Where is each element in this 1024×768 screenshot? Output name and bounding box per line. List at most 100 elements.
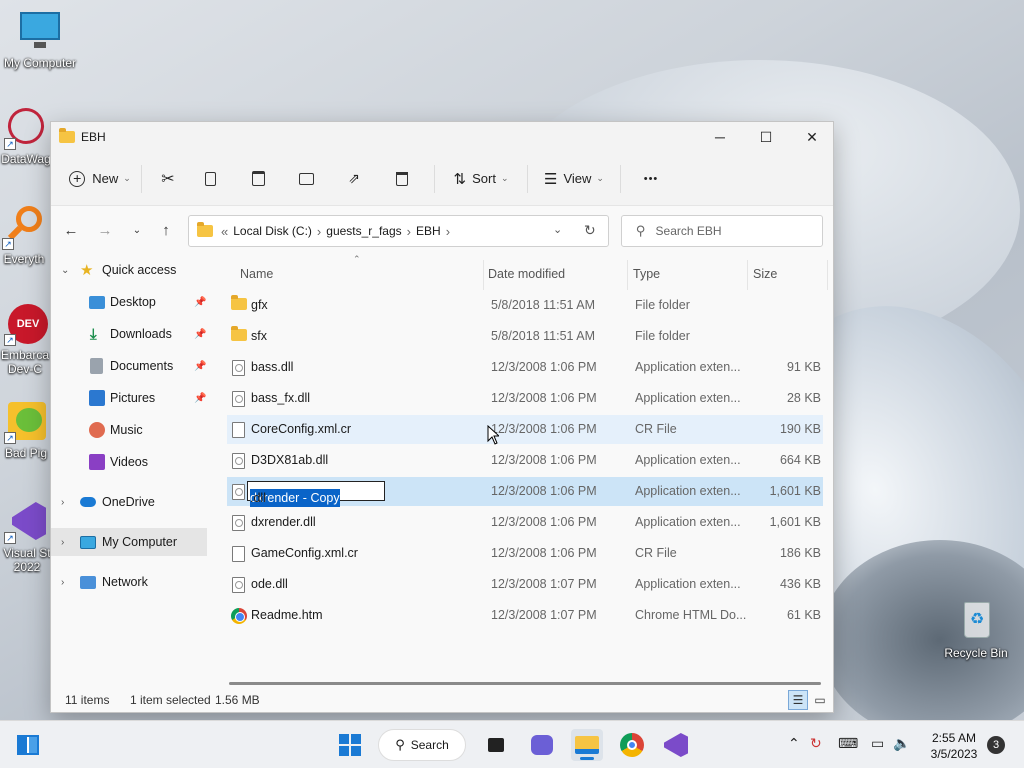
file-row-sfx[interactable]: sfx 5/8/2018 11:51 AM File folder: [227, 322, 823, 351]
file-row-gameconfig[interactable]: GameConfig.xml.cr 12/3/2008 1:06 PM CR F…: [227, 539, 823, 568]
sidebar-item-desktop[interactable]: Desktop 📌: [51, 288, 207, 316]
sort-button[interactable]: ⇅ Sort ⌄: [443, 163, 519, 195]
see-more-button[interactable]: •••: [629, 163, 673, 195]
volume-tray-icon[interactable]: 🔈: [893, 735, 910, 752]
column-divider[interactable]: [627, 260, 628, 290]
column-divider[interactable]: [747, 260, 748, 290]
taskbar-search-button[interactable]: ⚲ Search: [378, 729, 466, 761]
sidebar-item-music[interactable]: Music: [51, 416, 207, 444]
recent-locations-button[interactable]: ⌄: [125, 218, 149, 242]
view-button[interactable]: ☰ View ⌄: [536, 163, 612, 195]
breadcrumb-local-disk[interactable]: Local Disk (C:): [233, 224, 312, 238]
pin-icon[interactable]: 📌: [194, 361, 206, 372]
sidebar-item-pictures[interactable]: Pictures 📌: [51, 384, 207, 412]
sidebar-item-my-computer[interactable]: › My Computer: [51, 528, 207, 556]
sidebar-item-onedrive[interactable]: › OneDrive: [51, 488, 207, 516]
column-divider[interactable]: [827, 260, 828, 290]
file-type: File folder: [635, 329, 690, 343]
file-row-dxrender-copy[interactable]: dxrender - Copy .dll 12/3/2008 1:06 PM Ap…: [227, 477, 823, 507]
desktop-icon-visual-studio[interactable]: ↗ Visual St 2022: [0, 500, 54, 574]
delete-button[interactable]: [378, 163, 426, 195]
chevron-down-icon: ⌄: [596, 173, 604, 183]
shortcut-arrow-icon: ↗: [4, 138, 16, 150]
videos-icon: [89, 454, 105, 470]
pin-icon[interactable]: 📌: [194, 393, 206, 404]
file-row-bass-fx-dll[interactable]: bass_fx.dll 12/3/2008 1:06 PM Applicatio…: [227, 384, 823, 413]
dll-file-icon: [232, 577, 245, 593]
file-row-dxrender[interactable]: dxrender.dll 12/3/2008 1:06 PM Applicati…: [227, 508, 823, 537]
rename-extension: .dll: [250, 491, 266, 505]
details-view-icon: ☰: [792, 693, 804, 707]
keyboard-tray-icon[interactable]: ⌨: [838, 735, 858, 752]
details-view-button[interactable]: ☰: [788, 690, 808, 710]
desktop-icon-label: Embarca Dev-C: [0, 348, 50, 376]
widgets-button[interactable]: [12, 729, 44, 761]
chrome-taskbar-button[interactable]: [616, 729, 648, 761]
file-row-ode-dll[interactable]: ode.dll 12/3/2008 1:07 PM Application ex…: [227, 570, 823, 599]
copy-button[interactable]: [186, 163, 234, 195]
back-button[interactable]: ←: [59, 218, 83, 242]
tiles-view-button[interactable]: ▭: [810, 690, 830, 710]
refresh-icon[interactable]: ↻: [584, 222, 596, 239]
clock[interactable]: 2:55 AM 3/5/2023: [922, 730, 986, 762]
file-size: 91 KB: [786, 360, 821, 374]
task-view-button[interactable]: [480, 729, 512, 761]
column-divider[interactable]: [483, 260, 484, 290]
forward-button[interactable]: →: [93, 218, 117, 242]
breadcrumb-ebh[interactable]: EBH: [416, 224, 441, 238]
notification-badge[interactable]: 3: [987, 736, 1005, 754]
maximize-button[interactable]: ☐: [743, 122, 789, 152]
start-button[interactable]: [334, 729, 366, 761]
recycle-bin-icon: ♻: [954, 600, 998, 644]
column-header-size[interactable]: Size: [753, 267, 777, 281]
desktop-icon-everything[interactable]: ↗ Everyth: [0, 206, 52, 266]
rename-input[interactable]: dxrender - Copy .dll: [247, 481, 385, 507]
paste-button[interactable]: [234, 163, 282, 195]
sidebar-item-documents[interactable]: Documents 📌: [51, 352, 207, 380]
rename-button[interactable]: [282, 163, 330, 195]
file-type: File folder: [635, 298, 690, 312]
update-tray-icon[interactable]: ↻: [810, 735, 822, 752]
file-name: gfx: [251, 298, 268, 312]
minimize-button[interactable]: ─: [697, 122, 743, 152]
desktop-icon-datawag[interactable]: ↗ DataWag: [0, 102, 56, 166]
horizontal-scrollbar[interactable]: [229, 682, 821, 685]
file-row-bass-dll[interactable]: bass.dll 12/3/2008 1:06 PM Application e…: [227, 353, 823, 382]
search-box[interactable]: ⚲ Search EBH: [621, 215, 823, 247]
sidebar-item-quick-access[interactable]: ⌄ ★ Quick access: [51, 256, 207, 284]
file-explorer-taskbar-button[interactable]: [571, 729, 603, 761]
sidebar-item-network[interactable]: › Network: [51, 568, 207, 596]
share-button[interactable]: ⇗: [330, 163, 378, 195]
file-type: Application exten...: [635, 484, 741, 498]
column-header-name[interactable]: Name: [240, 267, 273, 281]
file-row-d3dx81ab[interactable]: D3DX81ab.dll 12/3/2008 1:06 PM Applicati…: [227, 446, 823, 475]
visual-studio-taskbar-button[interactable]: [660, 729, 692, 761]
sidebar-item-videos[interactable]: Videos: [51, 448, 207, 476]
desktop-icon-devcpp[interactable]: DEV ↗ Embarca Dev-C: [0, 302, 54, 376]
chat-button[interactable]: [526, 729, 558, 761]
file-row-coreconfig[interactable]: CoreConfig.xml.cr 12/3/2008 1:06 PM CR F…: [227, 415, 823, 444]
network-tray-icon[interactable]: ▭: [871, 735, 884, 752]
desktop-icon-recycle-bin[interactable]: ♻ Recycle Bin: [936, 600, 1016, 660]
mouse-cursor-icon: [487, 425, 499, 445]
chevron-down-icon: ⌄: [61, 264, 70, 276]
file-row-readme[interactable]: Readme.htm 12/3/2008 1:07 PM Chrome HTML…: [227, 601, 823, 630]
show-hidden-icons-button[interactable]: ⌃: [788, 735, 800, 752]
desktop-icon-bad-piggies[interactable]: ↗ Bad Pig: [0, 400, 54, 460]
new-button[interactable]: + New ⌄: [67, 163, 133, 195]
address-dropdown-icon[interactable]: ⌄: [553, 223, 562, 236]
column-header-type[interactable]: Type: [633, 267, 660, 281]
file-row-gfx[interactable]: gfx 5/8/2018 11:51 AM File folder: [227, 291, 823, 320]
close-button[interactable]: ✕: [789, 122, 835, 152]
folder-icon: [59, 128, 75, 143]
pin-icon[interactable]: 📌: [194, 297, 206, 308]
sidebar-item-downloads[interactable]: ⤓ Downloads 📌: [51, 320, 207, 348]
desktop-icon-my-computer[interactable]: My Computer: [0, 10, 80, 70]
address-bar[interactable]: « Local Disk (C:) › guests_r_fags › EBH › ⌄…: [188, 215, 609, 247]
file-type: Application exten...: [635, 360, 741, 374]
up-button[interactable]: ↑: [154, 218, 178, 242]
cut-button[interactable]: ✂: [150, 163, 186, 195]
breadcrumb-guests[interactable]: guests_r_fags: [326, 224, 401, 238]
column-header-date[interactable]: Date modified: [488, 267, 565, 281]
pin-icon[interactable]: 📌: [194, 329, 206, 340]
